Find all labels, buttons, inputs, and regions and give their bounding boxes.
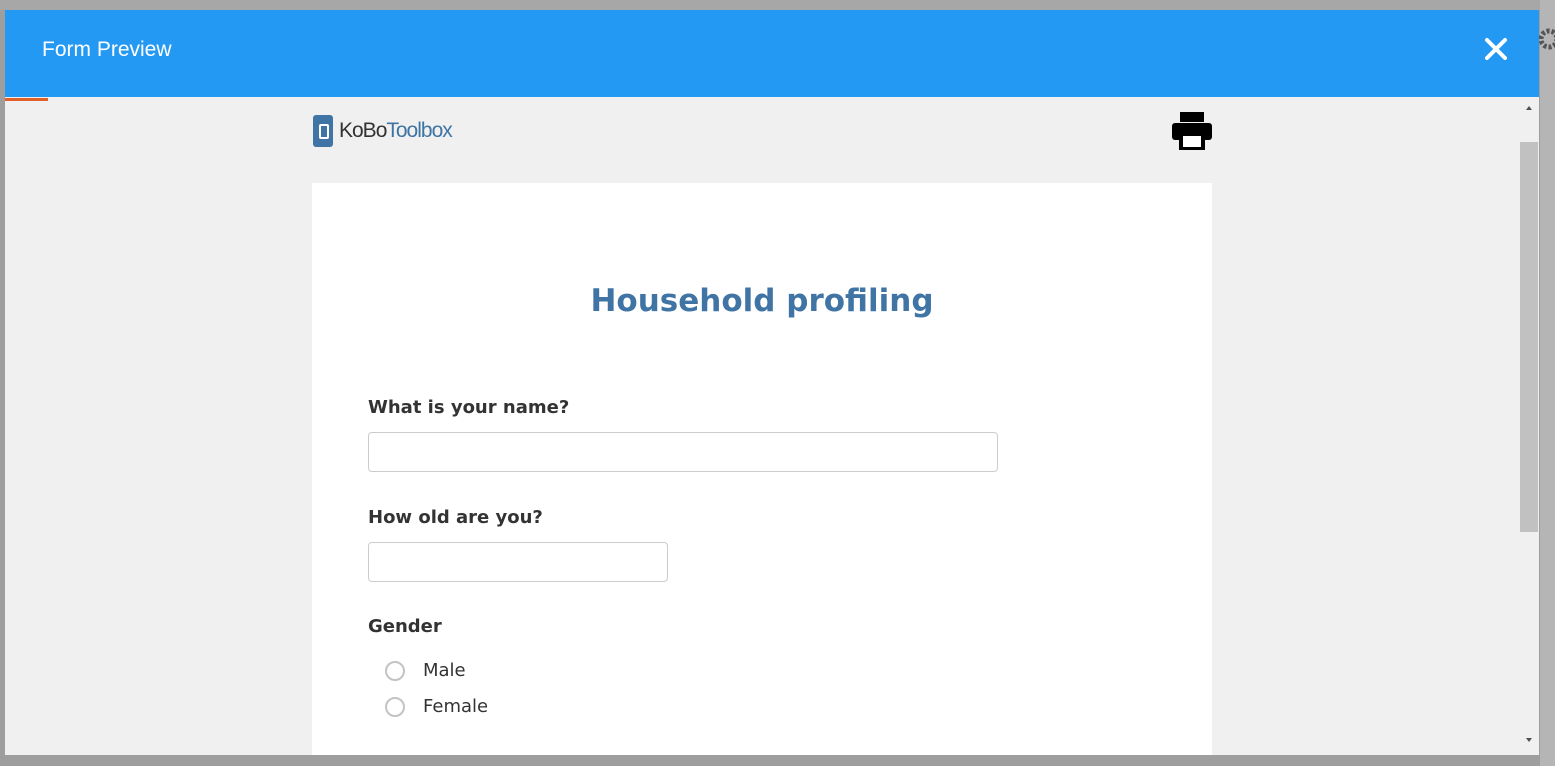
gender-option-female[interactable]: Female <box>385 696 488 717</box>
kobotoolbox-logo[interactable]: KoBo Toolbox <box>313 114 453 148</box>
form-title: Household profiling <box>590 283 934 319</box>
question-label-name: What is your name? <box>368 397 570 418</box>
gear-icon <box>1538 28 1555 50</box>
name-input[interactable] <box>368 432 998 472</box>
radio-female[interactable] <box>385 696 405 717</box>
scroll-down-arrow-icon[interactable] <box>1523 735 1535 745</box>
modal-title: Form Preview <box>42 38 172 61</box>
backdrop-strip <box>1540 0 1555 766</box>
progress-indicator <box>5 98 48 101</box>
question-label-gender: Gender <box>368 616 442 637</box>
radio-label-male: Male <box>423 660 466 681</box>
question-label-age: How old are you? <box>368 507 543 528</box>
logo-mark <box>313 115 333 147</box>
radio-label-female: Female <box>423 696 489 717</box>
scroll-up-arrow-icon[interactable] <box>1523 103 1535 113</box>
radio-male[interactable] <box>385 660 405 681</box>
backdrop <box>0 0 1555 10</box>
logo-text-toolbox: Toolbox <box>386 119 452 142</box>
logo-text-kobo: KoBo <box>339 119 387 142</box>
form-paper: Household profiling What is your name? H… <box>312 183 1212 755</box>
close-icon[interactable] <box>1481 34 1511 64</box>
age-input[interactable] <box>368 542 668 582</box>
scrollbar-thumb[interactable] <box>1520 142 1538 532</box>
form-preview-modal: Form Preview KoBo Toolbox Household prof… <box>5 10 1539 755</box>
gender-option-male[interactable]: Male <box>385 660 466 681</box>
modal-header: Form Preview <box>5 10 1539 97</box>
print-icon[interactable] <box>1171 111 1213 151</box>
